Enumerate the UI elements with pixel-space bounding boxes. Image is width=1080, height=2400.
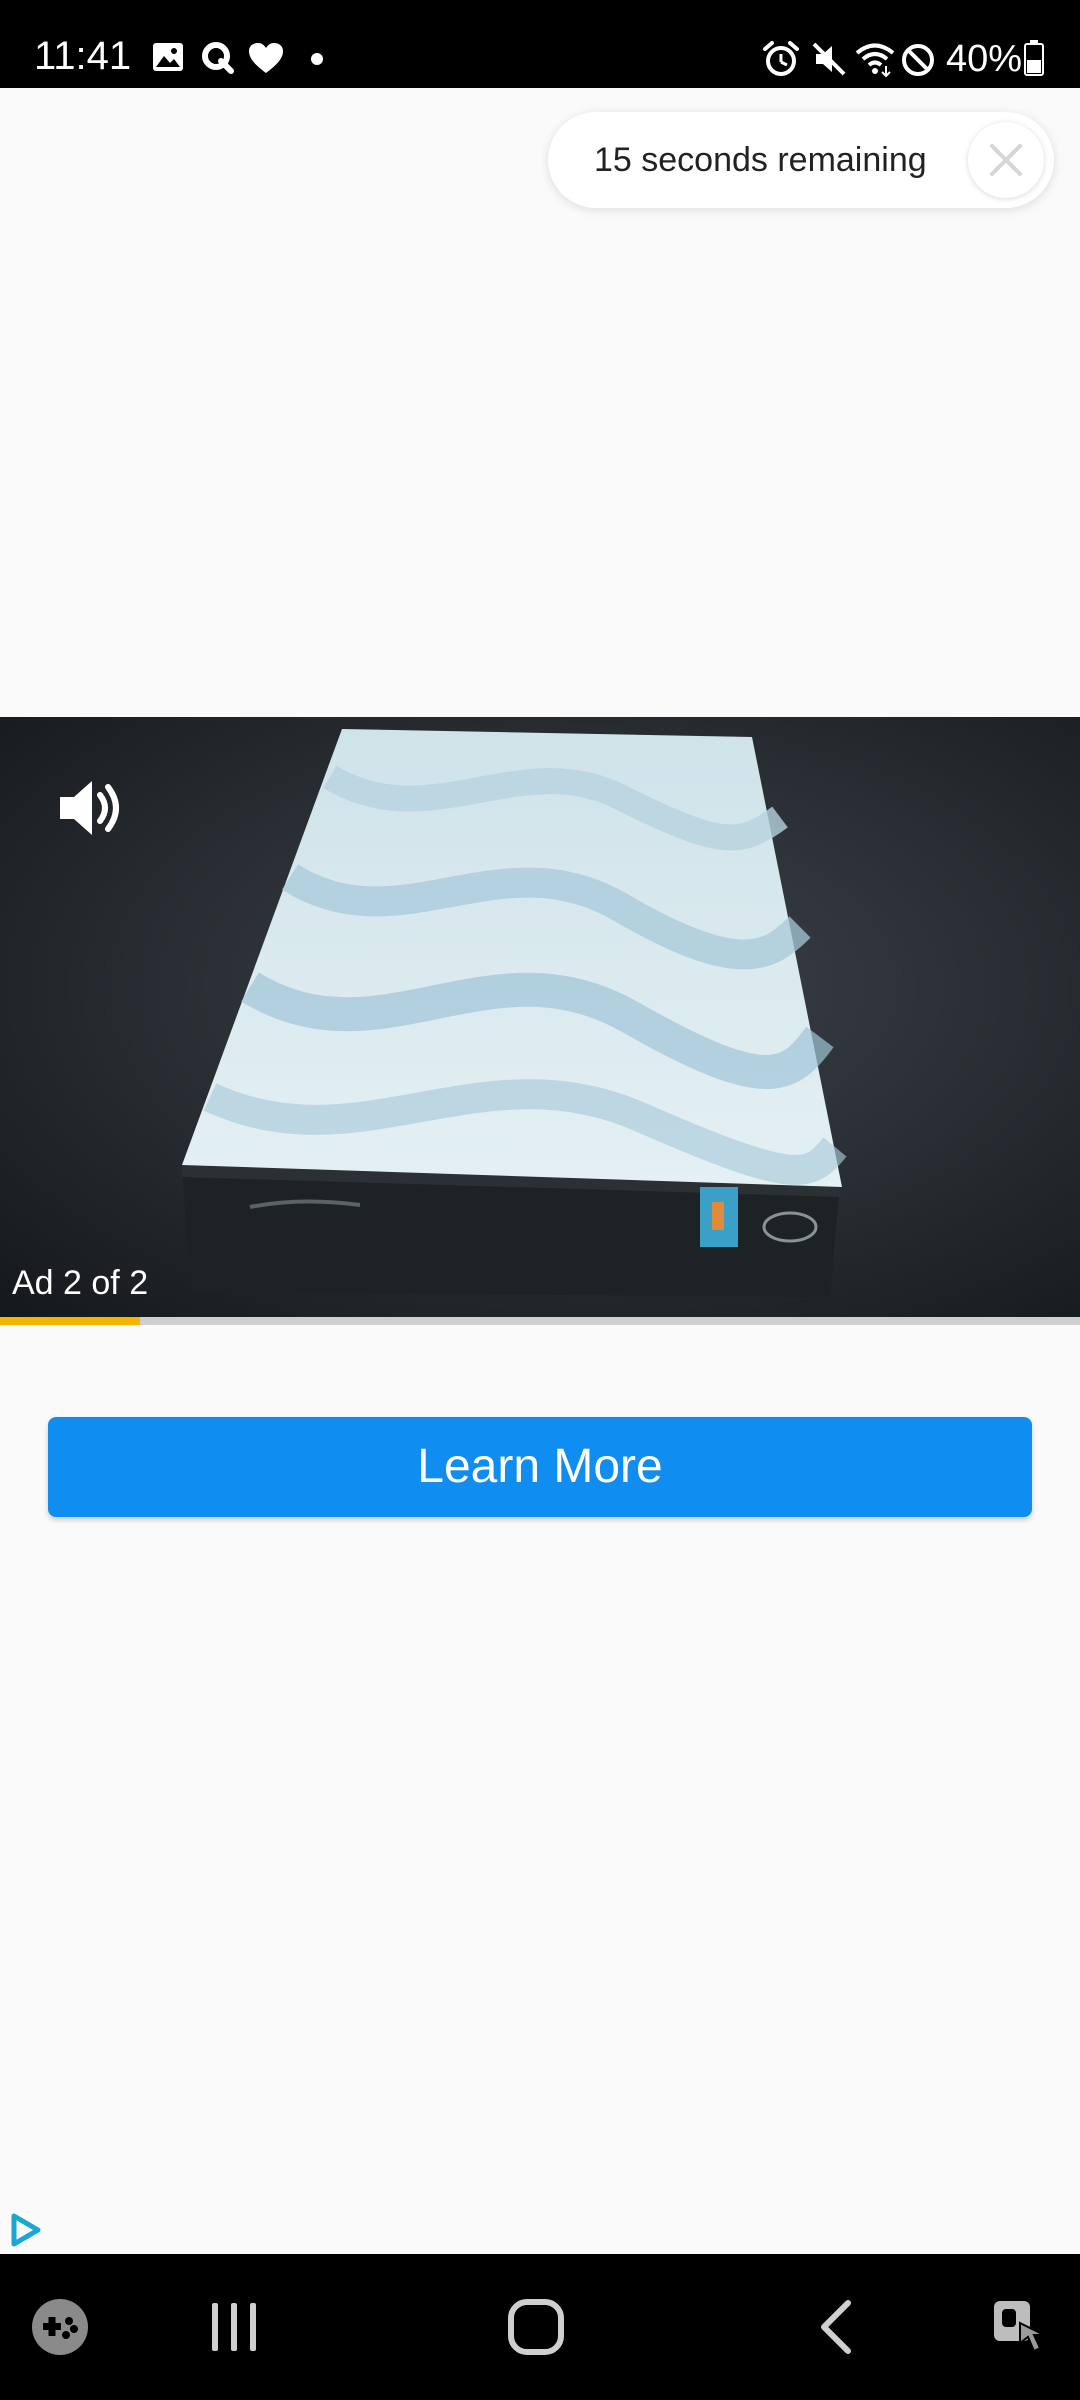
battery-icon	[1024, 40, 1044, 76]
countdown-pill: 15 seconds remaining	[548, 112, 1054, 208]
mattress-image	[182, 729, 847, 1297]
dot-icon	[311, 53, 323, 65]
heart-icon	[249, 43, 283, 73]
battery-percent: 40%	[946, 38, 1023, 80]
game-launcher-button[interactable]	[0, 2254, 120, 2400]
game-launcher-icon	[32, 2299, 88, 2355]
close-button[interactable]	[968, 122, 1044, 198]
status-bar: 11:41 40%	[0, 0, 1080, 88]
volume-icon[interactable]	[56, 777, 124, 839]
q-app-icon	[202, 42, 234, 74]
status-time: 11:41	[34, 34, 132, 78]
navigation-bar	[0, 2254, 1080, 2400]
home-icon	[508, 2299, 564, 2355]
mute-icon	[812, 42, 846, 76]
home-button[interactable]	[476, 2254, 596, 2400]
video-progress-bar	[0, 1317, 1080, 1325]
alarm-icon	[763, 41, 799, 76]
accessibility-icon	[994, 2301, 1045, 2353]
back-button[interactable]	[778, 2254, 898, 2400]
back-icon	[821, 2300, 851, 2354]
recent-apps-icon	[212, 2303, 256, 2351]
close-icon	[990, 144, 1022, 176]
gallery-icon	[153, 43, 183, 71]
recent-apps-button[interactable]	[174, 2254, 294, 2400]
video-progress-fill	[0, 1317, 141, 1325]
ad-counter: Ad 2 of 2	[12, 1264, 149, 1302]
do-not-disturb-icon	[902, 44, 934, 76]
ad-video[interactable]: Ad 2 of 2	[0, 717, 1080, 1317]
accessibility-button[interactable]	[960, 2254, 1080, 2400]
wifi-icon	[855, 43, 895, 78]
adchoices-icon[interactable]	[8, 2212, 44, 2248]
learn-more-button[interactable]: Learn More	[48, 1417, 1032, 1517]
countdown-text: 15 seconds remaining	[594, 141, 927, 179]
